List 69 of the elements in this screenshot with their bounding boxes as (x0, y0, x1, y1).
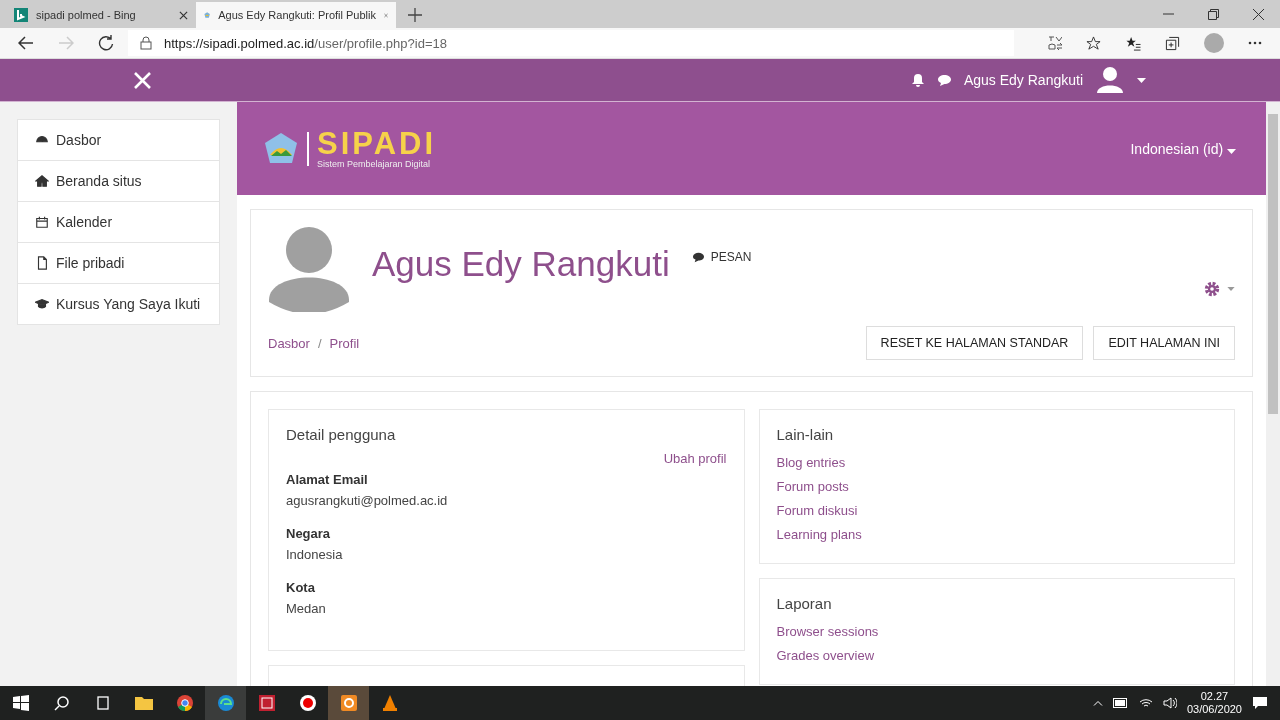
collections-icon[interactable] (1165, 35, 1180, 51)
breadcrumb-link[interactable]: Dasbor (268, 335, 310, 351)
clock[interactable]: 02.27 03/06/2020 (1186, 690, 1242, 716)
course-icon (35, 297, 49, 311)
sidebar-item[interactable]: File pribadi (18, 243, 219, 284)
refresh-icon[interactable] (98, 35, 114, 51)
field-label: Kota (286, 580, 316, 595)
section-link[interactable]: Learning plans (776, 523, 1217, 547)
notification-icon[interactable] (1252, 696, 1268, 710)
caret-icon[interactable] (1137, 77, 1146, 83)
browser-tab[interactable]: sipadi polmed - Bing (6, 2, 196, 28)
email-link[interactable]: agusrangkuti@polmed.ac.id (286, 493, 727, 508)
bell-icon[interactable] (910, 73, 925, 87)
more-icon[interactable] (1248, 41, 1262, 45)
file-icon (35, 256, 49, 270)
translate-icon[interactable] (1048, 36, 1062, 50)
address-field[interactable]: https://sipadi.polmed.ac.id/user/profile.php?id=18 (128, 30, 1014, 56)
browser-tab[interactable]: Agus Edy Rangkuti: Profil Publik (196, 2, 396, 28)
language-menu[interactable]: Indonesian (id) (1130, 140, 1236, 157)
sidebar-item[interactable]: Kursus Yang Saya Ikuti (18, 284, 219, 324)
calendar-icon (35, 215, 49, 229)
chat-icon[interactable] (936, 73, 952, 87)
user-avatar-icon (268, 226, 350, 312)
caret-icon (1227, 148, 1236, 154)
user-menu[interactable]: Agus Edy Rangkuti (963, 72, 1083, 88)
wifi-icon[interactable] (1138, 697, 1153, 709)
new-tab-icon[interactable] (408, 8, 422, 22)
page-button[interactable]: RESET KE HALAMAN STANDAR (865, 326, 1084, 360)
section-link[interactable]: Browser sessions (776, 620, 1217, 644)
breadcrumb-link[interactable]: Profil (329, 335, 360, 351)
sidebar-item[interactable]: Dasbor (18, 120, 219, 161)
logo-subtitle: Sistem Pembelajaran Digital (317, 158, 432, 169)
app-icon[interactable] (328, 686, 369, 720)
section-title: Lain-lain (776, 426, 835, 443)
breadcrumb-separator: / (317, 335, 322, 351)
lock-icon (140, 36, 152, 50)
page-button[interactable]: EDIT HALAMAN INI (1093, 326, 1235, 360)
speaker-icon[interactable] (1162, 697, 1177, 709)
edge-icon[interactable] (205, 686, 246, 720)
home-icon (35, 174, 49, 188)
restore-icon[interactable] (1208, 8, 1219, 20)
field-value: Indonesia (286, 547, 344, 562)
close-icon[interactable] (179, 10, 188, 20)
section-link[interactable]: Blog entries (776, 451, 1217, 475)
b-logo-icon (14, 8, 28, 22)
field-value: Medan (286, 601, 327, 616)
user-avatar-icon[interactable] (1095, 65, 1125, 95)
section-link[interactable]: Forum diskusi (776, 499, 1217, 523)
section-link[interactable]: Forum posts (776, 475, 1217, 499)
chat-icon (691, 251, 705, 263)
sidebar-item[interactable]: Kalender (18, 202, 219, 243)
close-icon[interactable] (1253, 8, 1264, 20)
caret-icon (1227, 287, 1235, 291)
edit-profile-link[interactable]: Ubah profil (663, 451, 727, 466)
favorites-icon[interactable] (1125, 35, 1141, 51)
battery-icon[interactable] (1112, 698, 1129, 708)
message-link[interactable]: PESAN (691, 250, 752, 264)
profile-name: Agus Edy Rangkuti (372, 244, 670, 284)
section-link[interactable]: Grades overview (776, 644, 1217, 668)
sidebar-item[interactable]: Beranda situs (18, 161, 219, 202)
logo-title: SIPADI (317, 128, 437, 159)
star-icon[interactable] (1086, 35, 1101, 51)
settings-menu[interactable] (1203, 280, 1235, 298)
field-label: Negara (286, 526, 332, 541)
section-title: Detail pengguna (286, 426, 397, 443)
field-label: Alamat Email (286, 472, 369, 487)
back-icon[interactable] (18, 36, 34, 50)
chevron-up-icon[interactable] (1092, 700, 1103, 706)
section-title: Laporan (776, 595, 833, 612)
